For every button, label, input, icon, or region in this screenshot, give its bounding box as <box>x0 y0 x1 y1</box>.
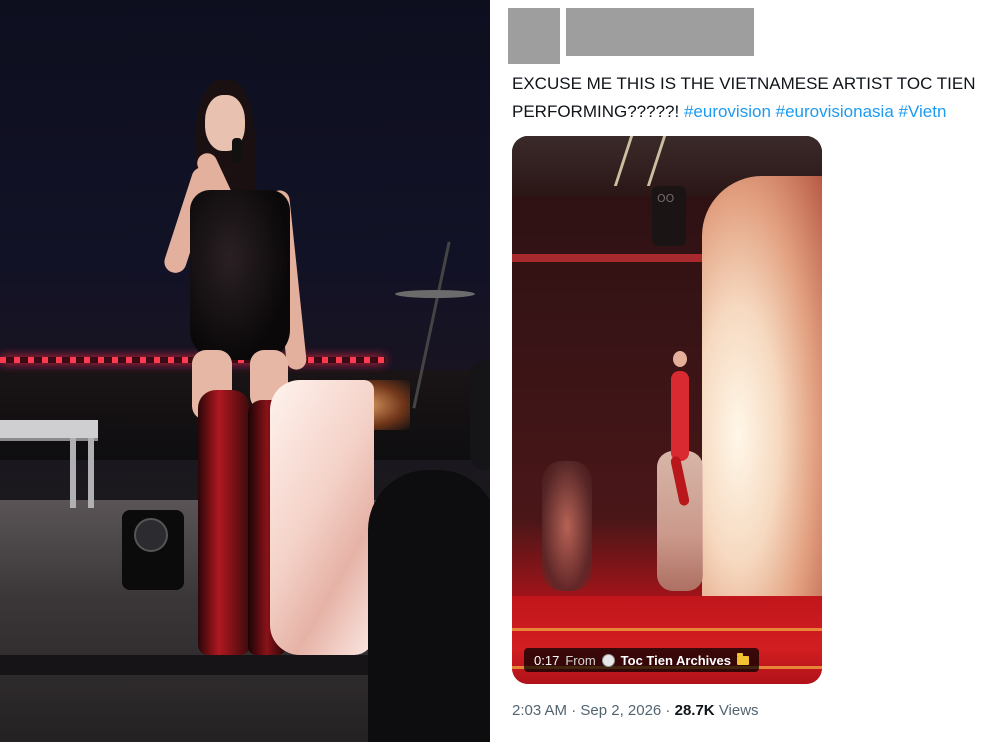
video-scene-lamp <box>652 186 686 246</box>
redacted-username <box>566 8 754 56</box>
audience-silhouette <box>470 360 490 470</box>
hashtag-link[interactable]: #eurovisionasia <box>776 102 894 121</box>
white-coat <box>270 380 374 655</box>
video-player[interactable]: 0:17 From Toc Tien Archives <box>512 136 822 684</box>
concert-photo <box>0 0 490 742</box>
riser-platform <box>0 420 98 441</box>
tweet-meta: 2:03 AM · Sep 2, 2026 · 28.7K Views <box>512 702 759 719</box>
globe-icon <box>601 653 615 667</box>
folder-icon <box>736 652 749 665</box>
video-scene-aerial-performer <box>667 341 693 511</box>
black-corset <box>190 190 290 360</box>
hashtag-link[interactable]: #Vietn <box>899 102 947 121</box>
hashtag-link[interactable]: #eurovision <box>684 102 771 121</box>
red-boot <box>198 390 250 655</box>
views-count: 28.7K <box>674 702 715 719</box>
views-label: Views <box>718 702 759 719</box>
video-scene-beam <box>512 254 702 262</box>
aerial-performer-body <box>671 371 689 461</box>
riser-leg <box>88 438 94 508</box>
tweet-card: EXCUSE ME THIS IS THE VIETNAMESE ARTIST … <box>490 0 992 742</box>
performer <box>161 80 380 660</box>
floor-stripe <box>512 628 822 631</box>
video-info-overlay: 0:17 From Toc Tien Archives <box>524 648 759 672</box>
video-duration: 0:17 <box>534 652 560 668</box>
tweet-text-plain: PERFORMING?????! <box>512 102 684 121</box>
riser-leg <box>70 438 76 508</box>
microphone <box>232 138 242 162</box>
tweet-text-line: PERFORMING?????! #eurovision #eurovision… <box>512 98 992 126</box>
cymbal <box>395 290 475 298</box>
video-source-name[interactable]: Toc Tien Archives <box>621 653 731 668</box>
video-from-label: From <box>565 652 596 668</box>
aerial-performer-head <box>673 351 687 367</box>
redacted-avatar <box>508 8 560 64</box>
tweet-timestamp[interactable]: 2:03 AM · Sep 2, 2026 · <box>512 702 675 719</box>
video-scene-dancer <box>542 461 592 591</box>
audience-silhouette <box>368 470 490 742</box>
aerial-performer-legs <box>669 455 691 507</box>
tweet-text: EXCUSE ME THIS IS THE VIETNAMESE ARTIST … <box>512 70 992 126</box>
video-scene-backdrop <box>702 176 822 646</box>
tweet-text-line: EXCUSE ME THIS IS THE VIETNAMESE ARTIST … <box>512 74 976 93</box>
